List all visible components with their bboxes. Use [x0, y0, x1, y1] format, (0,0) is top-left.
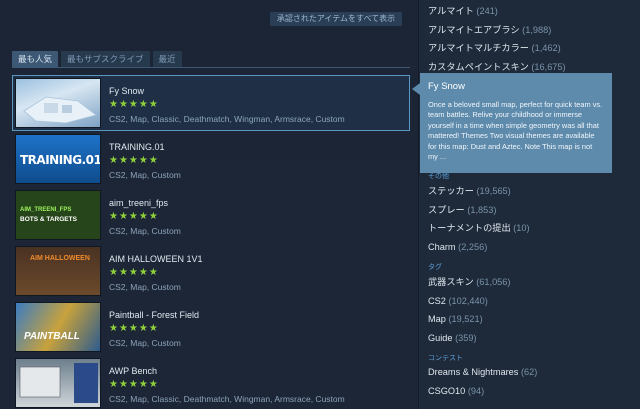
tag-list: 武器スキン (61,056) CS2 (102,440) Map (19,521… — [428, 273, 510, 347]
sidebar-item-sprays[interactable]: スプレー (1,853) — [428, 201, 530, 220]
item-thumbnail[interactable]: TRAINING.01 — [15, 134, 101, 184]
item-title[interactable]: aim_treeni_fps — [109, 198, 168, 208]
item-tags: CS2, Map, Custom — [109, 282, 181, 292]
tab-most-subscribed[interactable]: 最もサブスクライブ — [61, 51, 150, 67]
contest-list: Dreams & Nightmares (62) CSGO10 (94) — [428, 363, 537, 400]
item-tags: CS2, Map, Custom — [109, 170, 181, 180]
item-title[interactable]: TRAINING.01 — [109, 142, 165, 152]
item-tags: CS2, Map, Classic, Deathmatch, Wingman, … — [109, 114, 345, 124]
sidebar-item-anodized[interactable]: アルマイト (241) — [428, 2, 566, 21]
section-header-tags: タグ — [428, 264, 442, 271]
item-tags: CS2, Map, Custom — [109, 226, 181, 236]
sidebar-item-weapon-skins[interactable]: 武器スキン (61,056) — [428, 273, 510, 292]
tooltip-title: Fy Snow — [428, 81, 465, 92]
rating-stars: ★★★★★ — [109, 211, 159, 222]
list-item[interactable]: Fy Snow ★★★★★ CS2, Map, Classic, Deathma… — [12, 75, 410, 131]
thumbnail-subtext: BOTS & TARGETS — [20, 216, 77, 223]
thumbnail-text: TRAINING.01 — [20, 153, 101, 167]
item-title[interactable]: Fy Snow — [109, 86, 144, 96]
list-item[interactable]: AWP Bench ★★★★★ CS2, Map, Classic, Death… — [12, 355, 410, 409]
sidebar-item-map[interactable]: Map (19,521) — [428, 310, 510, 329]
sidebar-item-tournament[interactable]: トーナメントの提出 (10) — [428, 219, 530, 238]
sidebar-item-stickers[interactable]: ステッカー (19,565) — [428, 182, 530, 201]
item-thumbnail[interactable]: AIM HALLOWEEN — [15, 246, 101, 296]
sidebar-item-cs2[interactable]: CS2 (102,440) — [428, 292, 510, 311]
item-thumbnail[interactable] — [15, 358, 101, 408]
list-item[interactable]: AIM HALLOWEEN AIM HALLOWEEN 1V1 ★★★★★ CS… — [12, 243, 410, 299]
thumbnail-text: PAINTBALL — [24, 331, 80, 342]
list-item[interactable]: PAINTBALL Paintball - Forest Field ★★★★★… — [12, 299, 410, 355]
snow-map-art — [23, 96, 97, 124]
other-list: ステッカー (19,565) スプレー (1,853) トーナメントの提出 (1… — [428, 182, 530, 256]
rating-stars: ★★★★★ — [109, 99, 159, 110]
thumbnail-text: AIM_TREENI_FPS — [20, 207, 72, 213]
item-tags: CS2, Map, Custom — [109, 338, 181, 348]
sidebar-item-dreams-nightmares[interactable]: Dreams & Nightmares (62) — [428, 363, 537, 382]
rating-stars: ★★★★★ — [109, 323, 159, 334]
category-list: アルマイト (241) アルマイトエアブラシ (1,988) アルマイトマルチカ… — [428, 2, 566, 76]
item-title[interactable]: AWP Bench — [109, 366, 157, 376]
item-title[interactable]: Paintball - Forest Field — [109, 310, 199, 320]
tooltip-description: Once a beloved small map, perfect for qu… — [428, 100, 603, 162]
item-tags: CS2, Map, Classic, Deathmatch, Wingman, … — [109, 394, 345, 404]
thumbnail-text: AIM HALLOWEEN — [30, 255, 90, 262]
sidebar-item-anodized-multicolor[interactable]: アルマイトマルチカラー (1,462) — [428, 39, 566, 58]
rating-stars: ★★★★★ — [109, 267, 159, 278]
list-item[interactable]: AIM_TREENI_FPS BOTS & TARGETS aim_treeni… — [12, 187, 410, 243]
item-thumbnail[interactable]: AIM_TREENI_FPS BOTS & TARGETS — [15, 190, 101, 240]
item-hover-tooltip: Fy Snow Once a beloved small map, perfec… — [412, 73, 612, 173]
sidebar-item-guide[interactable]: Guide (359) — [428, 329, 510, 348]
section-header-contest: コンテスト — [428, 355, 463, 362]
awp-bench-art — [19, 363, 98, 403]
tab-most-popular[interactable]: 最も人気 — [12, 51, 59, 67]
tab-recent[interactable]: 最近 — [152, 51, 182, 67]
rating-stars: ★★★★★ — [109, 155, 159, 166]
rating-stars: ★★★★★ — [109, 379, 159, 390]
sort-tabs: 最も人気 最もサブスクライブ 最近 — [12, 51, 182, 67]
tab-underline — [12, 67, 410, 68]
item-thumbnail[interactable] — [15, 78, 101, 128]
show-all-approved-button[interactable]: 承認されたアイテムをすべて表示 — [270, 12, 402, 26]
item-thumbnail[interactable]: PAINTBALL — [15, 302, 101, 352]
sidebar-item-anodized-airbrush[interactable]: アルマイトエアブラシ (1,988) — [428, 21, 566, 40]
sidebar-item-charm[interactable]: Charm (2,256) — [428, 238, 530, 257]
item-title[interactable]: AIM HALLOWEEN 1V1 — [109, 254, 203, 264]
sidebar-item-csgo10[interactable]: CSGO10 (94) — [428, 382, 537, 401]
list-item[interactable]: TRAINING.01 TRAINING.01 ★★★★★ CS2, Map, … — [12, 131, 410, 187]
